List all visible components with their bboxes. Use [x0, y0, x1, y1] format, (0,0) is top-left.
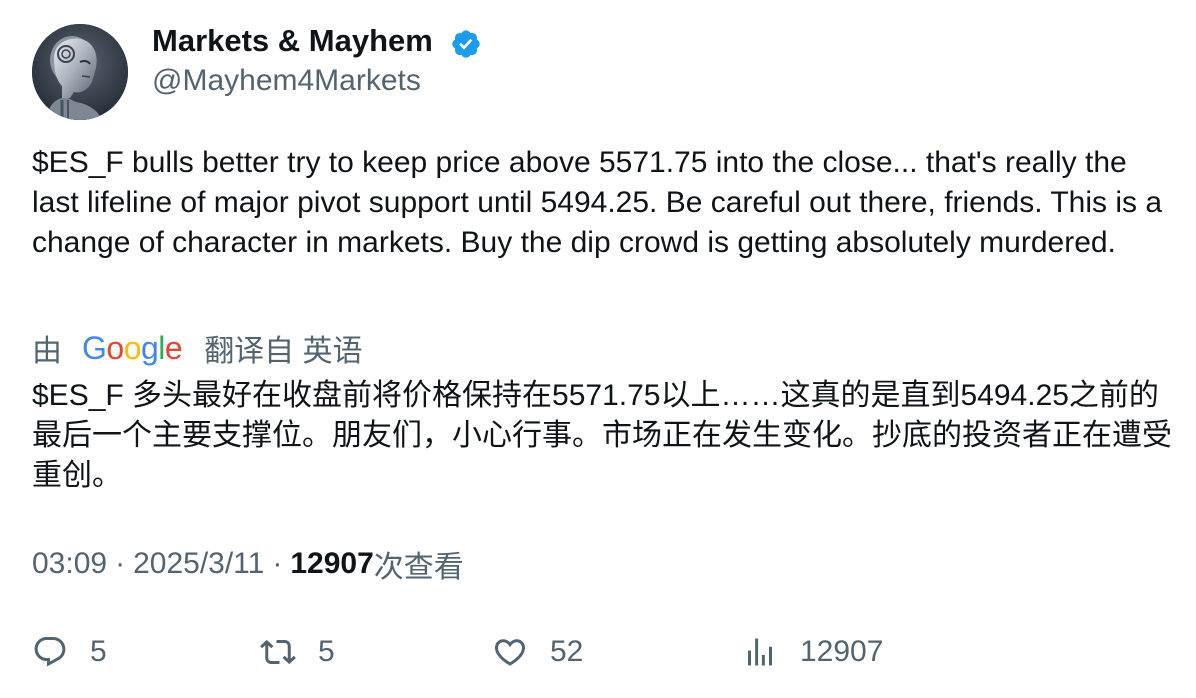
translated-from-label[interactable]: 翻译自 英语	[204, 326, 362, 370]
reply-button[interactable]: 5	[32, 630, 107, 674]
tweet-time[interactable]: 03:09	[32, 547, 107, 581]
reply-icon	[34, 637, 66, 667]
views-label: 次查看	[373, 551, 464, 584]
verified-badge-icon	[452, 30, 480, 58]
views-count: 12907	[290, 547, 374, 580]
tweet-actions: 5 5 52 12907	[0, 630, 1196, 674]
reply-count: 5	[90, 635, 107, 668]
translation-by-label: 由	[32, 335, 62, 368]
google-logo: Google	[82, 329, 183, 366]
tweet-date[interactable]: 2025/3/11	[133, 547, 264, 581]
heart-icon	[494, 639, 526, 666]
tweet-meta: 03:09 · 2025/3/11 · 12907 次查看	[32, 544, 464, 584]
retweet-button[interactable]: 5	[260, 630, 335, 674]
like-button[interactable]: 52	[492, 630, 583, 674]
views-chart-icon	[748, 638, 772, 666]
author-handle[interactable]: @Mayhem4Markets	[152, 62, 421, 100]
tweet-text: $ES_F bulls better try to keep price abo…	[32, 146, 1163, 259]
meta-separator: ·	[272, 547, 283, 580]
retweet-count: 5	[318, 635, 335, 668]
views-count-action: 12907	[800, 635, 884, 668]
author-name[interactable]: Markets & Mayhem	[152, 22, 433, 60]
meta-separator: ·	[115, 547, 126, 580]
translated-tweet-text: $ES_F 多头最好在收盘前将价格保持在5571.75以上……这真的是直到549…	[32, 379, 1172, 492]
translation-attribution: 由 Google 翻译自 英语	[32, 326, 363, 370]
robot-avatar-image	[32, 24, 128, 120]
like-count: 52	[550, 635, 584, 668]
avatar[interactable]	[32, 24, 128, 120]
retweet-icon	[260, 639, 296, 665]
views-button[interactable]: 12907	[742, 630, 883, 674]
